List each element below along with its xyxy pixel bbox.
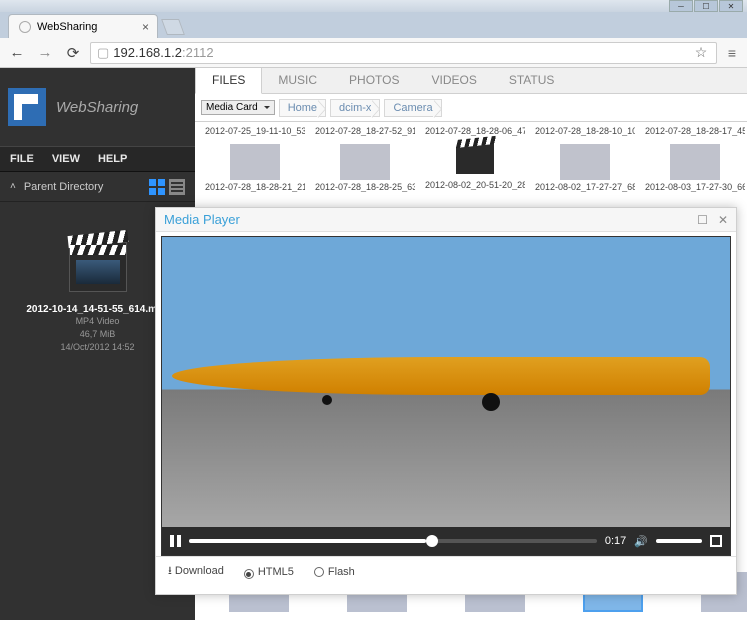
radio-label: Flash <box>328 566 355 578</box>
clapperboard-icon[interactable] <box>69 242 127 292</box>
browser-tab[interactable]: WebSharing × <box>8 14 158 38</box>
chrome-window: ─ ☐ ✕ WebSharing × ← → ⟳ ▢ 192.168.1.2:2… <box>0 0 747 620</box>
thumb-item[interactable]: 2012-07-28_18-27-52_91 <box>315 126 415 136</box>
maximize-button[interactable]: ☐ <box>694 0 718 12</box>
tab-favicon <box>19 21 31 33</box>
thumb-item[interactable]: 2012-08-02_20-51-20_28 <box>425 144 525 192</box>
pause-button[interactable] <box>170 535 181 547</box>
thumb-label: 2012-08-02_20-51-20_28 <box>425 180 525 190</box>
time-display: 0:17 <box>605 535 626 547</box>
radio-icon <box>314 567 324 577</box>
radio-html5[interactable]: HTML5 <box>244 566 294 578</box>
parent-directory-row[interactable]: ˄ Parent Directory <box>0 172 195 202</box>
close-tab-button[interactable]: × <box>142 20 149 34</box>
file-type: MP4 Video <box>76 315 120 328</box>
fullscreen-button[interactable] <box>710 535 722 547</box>
thumb-item[interactable]: 2012-08-03_17-27-30_66 <box>645 144 745 192</box>
omnibox-row: ← → ⟳ ▢ 192.168.1.2:2112 ☆ ≡ <box>0 38 747 68</box>
volume-icon[interactable]: 🔊 <box>634 535 648 548</box>
file-date: 14/Oct/2012 14:52 <box>60 341 134 354</box>
close-player-icon[interactable]: ✕ <box>718 213 728 227</box>
parent-label: Parent Directory <box>24 181 103 193</box>
tab-title: WebSharing <box>37 21 97 33</box>
tab-files[interactable]: FILES <box>195 68 262 94</box>
address-port: :2112 <box>182 45 214 60</box>
media-player-panel: Media Player ☐ ✕ 0:17 🔊 ⭳ Download HTML5… <box>155 207 737 595</box>
browser-tab-strip: WebSharing × <box>0 12 747 38</box>
tab-photos[interactable]: PHOTOS <box>333 68 415 93</box>
brand-logo <box>8 88 46 126</box>
file-size: 46,7 MiB <box>80 328 116 341</box>
globe-icon: ▢ <box>97 45 109 61</box>
chevron-up-icon: ˄ <box>10 181 16 192</box>
thumb-label: 2012-07-28_18-28-10_10 <box>535 126 635 136</box>
thumb-item[interactable]: 2012-07-28_18-28-17_45 <box>645 126 745 136</box>
window-titlebar: ─ ☐ ✕ <box>0 0 747 12</box>
thumb-item[interactable]: 2012-07-25_19-11-10_53 <box>205 126 305 136</box>
thumb-item[interactable]: 2012-08-02_17-27-27_68 <box>535 144 635 192</box>
maximize-player-icon[interactable]: ☐ <box>697 213 708 227</box>
address-ip: 192.168.1.2 <box>113 45 182 60</box>
breadcrumb-home[interactable]: Home <box>279 99 326 117</box>
thumb-item[interactable]: 2012-07-28_18-28-21_21 <box>205 144 305 192</box>
breadcrumb-row: Media Card Home dcim-x Camera <box>195 94 747 122</box>
media-player-title: Media Player <box>164 212 240 227</box>
thumb-label: 2012-07-28_18-28-25_63 <box>315 182 415 192</box>
media-player-titlebar: Media Player ☐ ✕ <box>156 208 736 232</box>
volume-slider[interactable] <box>656 539 702 543</box>
thumb-label: 2012-07-28_18-27-52_91 <box>315 126 415 136</box>
thumb-label: 2012-07-25_19-11-10_53 <box>205 126 305 136</box>
thumb-label: 2012-07-28_18-28-21_21 <box>205 182 305 192</box>
thumb-item[interactable]: 2012-07-28_18-28-25_63 <box>315 144 415 192</box>
wheel-shape <box>322 395 332 405</box>
list-view-button[interactable] <box>169 179 185 195</box>
forward-button[interactable]: → <box>34 42 56 64</box>
radio-flash[interactable]: Flash <box>314 565 355 578</box>
thumb-item[interactable]: 2012-07-28_18-28-06_47 <box>425 126 525 136</box>
back-button[interactable]: ← <box>6 42 28 64</box>
download-icon: ⭳ <box>168 565 172 577</box>
grid-view-button[interactable] <box>149 179 165 195</box>
breadcrumb-dcimx[interactable]: dcim-x <box>330 99 380 117</box>
bookmark-star-icon[interactable]: ☆ <box>692 44 710 62</box>
menu-file[interactable]: FILE <box>10 153 34 165</box>
radio-label: HTML5 <box>258 566 294 578</box>
thumb-label: 2012-07-28_18-28-17_45 <box>645 126 745 136</box>
menu-bar: FILE VIEW HELP <box>0 146 195 172</box>
thumb-label: 2012-07-28_18-28-06_47 <box>425 126 525 136</box>
file-name: 2012-10-14_14-51-55_614.mp4 <box>26 304 168 315</box>
wheel-shape <box>482 393 500 411</box>
brand-area: WebSharing <box>0 68 195 146</box>
minimize-button[interactable]: ─ <box>669 0 693 12</box>
thumb-label: 2012-08-02_17-27-27_68 <box>535 182 635 192</box>
address-bar[interactable]: ▢ 192.168.1.2:2112 ☆ <box>90 42 717 64</box>
close-window-button[interactable]: ✕ <box>719 0 743 12</box>
menu-help[interactable]: HELP <box>98 153 127 165</box>
reload-button[interactable]: ⟳ <box>62 42 84 64</box>
video-controls: 0:17 🔊 <box>162 527 730 555</box>
progress-track[interactable] <box>189 539 597 543</box>
download-link[interactable]: ⭳ Download <box>168 562 224 581</box>
tab-videos[interactable]: VIDEOS <box>416 68 493 93</box>
main-tabs: FILES MUSIC PHOTOS VIDEOS STATUS <box>195 68 747 94</box>
breadcrumb-camera[interactable]: Camera <box>384 99 441 117</box>
media-player-footer: ⭳ Download HTML5 Flash <box>156 556 736 586</box>
radio-icon <box>244 569 254 579</box>
thumb-label: 2012-08-03_17-27-30_66 <box>645 182 745 192</box>
download-label: Download <box>175 565 224 577</box>
storage-selector[interactable]: Media Card <box>201 100 275 115</box>
brand-text: WebSharing <box>56 99 138 116</box>
video-frame[interactable]: 0:17 🔊 <box>161 236 731 556</box>
menu-view[interactable]: VIEW <box>52 153 80 165</box>
new-tab-button[interactable] <box>161 19 185 35</box>
airplane-illustration <box>172 357 710 395</box>
thumb-item[interactable]: 2012-07-28_18-28-10_10 <box>535 126 635 136</box>
tab-status[interactable]: STATUS <box>493 68 571 93</box>
tab-music[interactable]: MUSIC <box>262 68 333 93</box>
chrome-menu-button[interactable]: ≡ <box>723 44 741 62</box>
